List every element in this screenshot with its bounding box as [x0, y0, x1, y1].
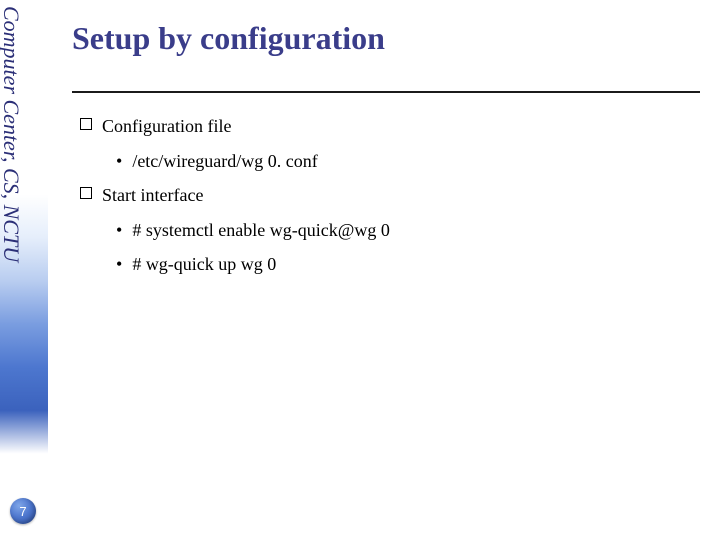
slide-title: Setup by configuration: [72, 20, 700, 57]
bullet-dot-icon: •: [116, 146, 122, 177]
list-item-text: /etc/wireguard/wg 0. conf: [132, 146, 317, 177]
bullet-dot-icon: •: [116, 215, 122, 246]
slide-content: Setup by configuration Configuration fil…: [64, 0, 720, 540]
square-bullet-icon: [80, 187, 92, 199]
page-number-badge: 7: [10, 498, 36, 524]
list-item: Start interface: [80, 180, 700, 211]
slide: Computer Center, CS, NCTU 7 Setup by con…: [0, 0, 720, 540]
list-item: • /etc/wireguard/wg 0. conf: [116, 146, 700, 177]
section-heading: Configuration file: [102, 111, 231, 142]
list-item-text: # wg-quick up wg 0: [132, 249, 276, 280]
section-heading: Start interface: [102, 180, 203, 211]
page-number: 7: [19, 504, 26, 519]
list-item: Configuration file: [80, 111, 700, 142]
sidebar: Computer Center, CS, NCTU 7: [0, 0, 48, 540]
square-bullet-icon: [80, 118, 92, 130]
list-item: • # wg-quick up wg 0: [116, 249, 700, 280]
title-underline: [72, 91, 700, 93]
slide-body: Configuration file • /etc/wireguard/wg 0…: [72, 111, 700, 280]
list-item-text: # systemctl enable wg-quick@wg 0: [132, 215, 390, 246]
bullet-dot-icon: •: [116, 249, 122, 280]
list-item: • # systemctl enable wg-quick@wg 0: [116, 215, 700, 246]
sidebar-org-text: Computer Center, CS, NCTU: [0, 6, 24, 262]
